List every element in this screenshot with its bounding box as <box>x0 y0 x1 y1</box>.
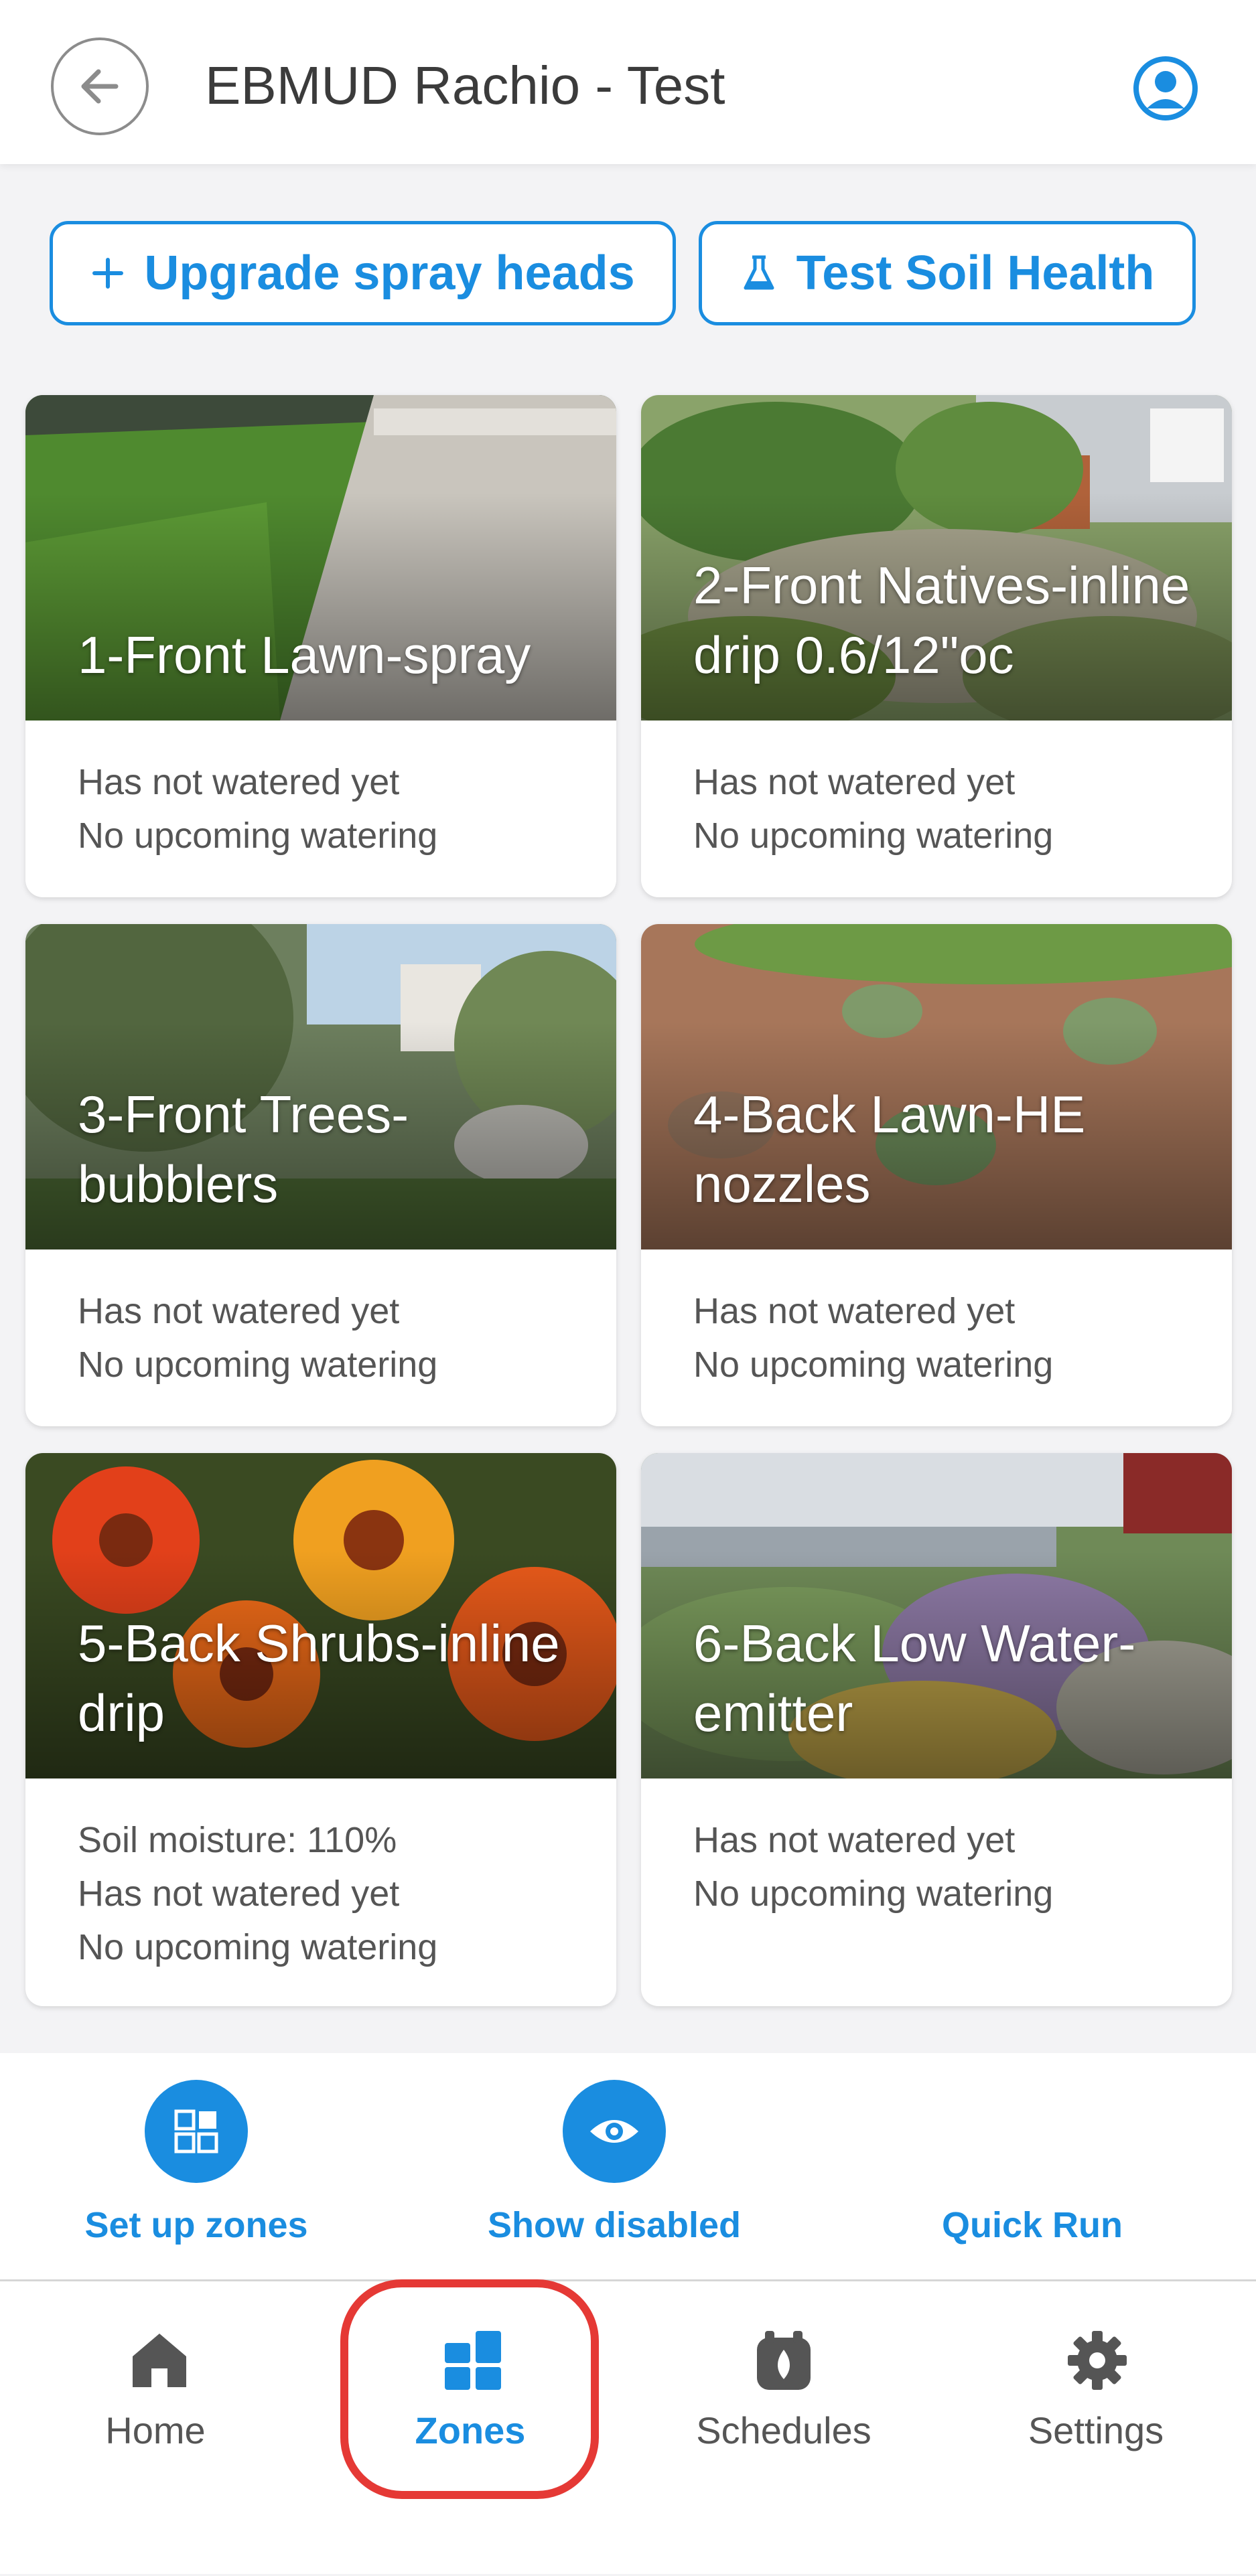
zones-highlight-outline <box>340 2279 599 2499</box>
user-circle-icon <box>1133 56 1198 121</box>
nav-settings-label: Settings <box>1028 2409 1164 2451</box>
page-title: EBMUD Rachio - Test <box>205 56 725 115</box>
test-soil-health-button[interactable]: Test Soil Health <box>699 221 1196 325</box>
bottom-nav: Home Zones Schedules Settings <box>0 2279 1256 2574</box>
zone-6-photo: 6-Back Low Water-emitter <box>641 1453 1232 1778</box>
nav-schedules[interactable]: Schedules <box>627 2281 940 2576</box>
zone-3-status-2: No upcoming watering <box>78 1345 438 1385</box>
arrow-left-icon <box>81 69 119 104</box>
set-up-zones-button[interactable] <box>145 2080 248 2183</box>
quick-run-button[interactable]: Quick Run <box>942 2204 1123 2246</box>
zone-6-title: 6-Back Low Water-emitter <box>693 1614 1136 1742</box>
gear-icon <box>1068 2331 1127 2390</box>
back-button[interactable] <box>51 37 149 135</box>
zone-6-status-1: Has not watered yet <box>693 1820 1016 1860</box>
zone-4-status-1: Has not watered yet <box>693 1291 1016 1331</box>
zone-card-4[interactable]: 4-Back Lawn-HE nozzles Has not watered y… <box>641 924 1232 1426</box>
zone-card-1[interactable]: 1-Front Lawn-spray Has not watered yet N… <box>25 395 616 897</box>
app-header: EBMUD Rachio - Test <box>0 0 1256 164</box>
zone-2-status-1: Has not watered yet <box>693 762 1016 802</box>
nav-home[interactable]: Home <box>0 2281 313 2576</box>
schedule-drop-icon <box>757 2331 811 2390</box>
upgrade-spray-heads-button[interactable]: Upgrade spray heads <box>50 221 676 325</box>
zone-3-photo: 3-Front Trees-bubblers <box>25 924 616 1249</box>
upgrade-spray-heads-label: Upgrade spray heads <box>144 246 635 300</box>
show-disabled-button[interactable] <box>563 2080 666 2183</box>
zone-2-status-2: No upcoming watering <box>693 816 1054 856</box>
test-soil-health-label: Test Soil Health <box>796 246 1155 300</box>
zone-3-status-1: Has not watered yet <box>78 1291 400 1331</box>
zone-5-soil-moisture: Soil moisture: 110% <box>78 1820 397 1860</box>
zone-actions-bar: Set up zones Show disabled Quick Run <box>0 2053 1256 2279</box>
zone-1-status-2: No upcoming watering <box>78 816 438 856</box>
zone-2-title: 2-Front Natives-inline drip 0.6/12"oc <box>693 556 1190 684</box>
zone-5-status-1: Has not watered yet <box>78 1874 400 1914</box>
zone-5-photo: 5-Back Shrubs-inline drip <box>25 1453 616 1778</box>
zones-grid-icon <box>174 2109 218 2153</box>
zone-card-6[interactable]: 6-Back Low Water-emitter Has not watered… <box>641 1453 1232 2006</box>
set-up-zones-label[interactable]: Set up zones <box>84 2204 307 2246</box>
eye-icon <box>590 2120 638 2143</box>
zone-5-title: 5-Back Shrubs-inline drip <box>78 1614 560 1742</box>
nav-schedules-label: Schedules <box>696 2409 871 2451</box>
show-disabled-label[interactable]: Show disabled <box>488 2204 741 2246</box>
zone-card-2[interactable]: 2-Front Natives-inline drip 0.6/12"oc Ha… <box>641 395 1232 897</box>
zone-4-photo: 4-Back Lawn-HE nozzles <box>641 924 1232 1249</box>
zone-1-status-1: Has not watered yet <box>78 762 400 802</box>
zone-4-title: 4-Back Lawn-HE nozzles <box>693 1085 1086 1213</box>
zone-1-photo: 1-Front Lawn-spray <box>25 395 616 721</box>
zone-4-status-2: No upcoming watering <box>693 1345 1054 1385</box>
nav-home-label: Home <box>105 2409 206 2451</box>
zone-2-photo: 2-Front Natives-inline drip 0.6/12"oc <box>641 395 1232 721</box>
zone-5-status-2: No upcoming watering <box>78 1927 438 1967</box>
zone-6-status-2: No upcoming watering <box>693 1874 1054 1914</box>
zone-card-5[interactable]: 5-Back Shrubs-inline drip Soil moisture:… <box>25 1453 616 2006</box>
zone-1-title: 1-Front Lawn-spray <box>78 625 531 684</box>
plus-icon <box>92 258 124 289</box>
home-icon <box>133 2334 186 2387</box>
nav-settings[interactable]: Settings <box>940 2281 1256 2576</box>
profile-button[interactable] <box>1132 55 1199 122</box>
zone-card-3[interactable]: 3-Front Trees-bubblers Has not watered y… <box>25 924 616 1426</box>
flask-icon <box>744 255 774 290</box>
zone-3-title: 3-Front Trees-bubblers <box>78 1085 409 1213</box>
